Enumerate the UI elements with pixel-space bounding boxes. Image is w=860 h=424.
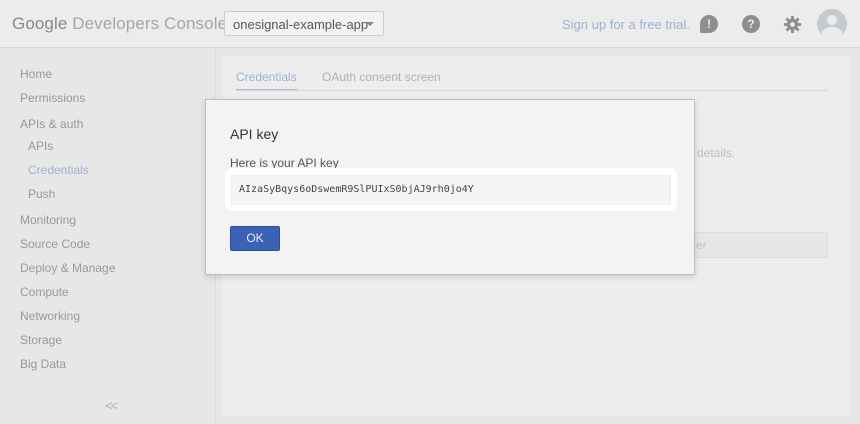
api-key-field[interactable]: AIzaSyBqys6oDswemR9SlPUIxS0bjAJ9rh0jo4Y <box>231 175 671 205</box>
dialog-title: API key <box>230 126 279 142</box>
api-key-dialog: API key Here is your API key AIzaSyBqys6… <box>205 99 695 275</box>
ok-button[interactable]: OK <box>230 226 280 251</box>
